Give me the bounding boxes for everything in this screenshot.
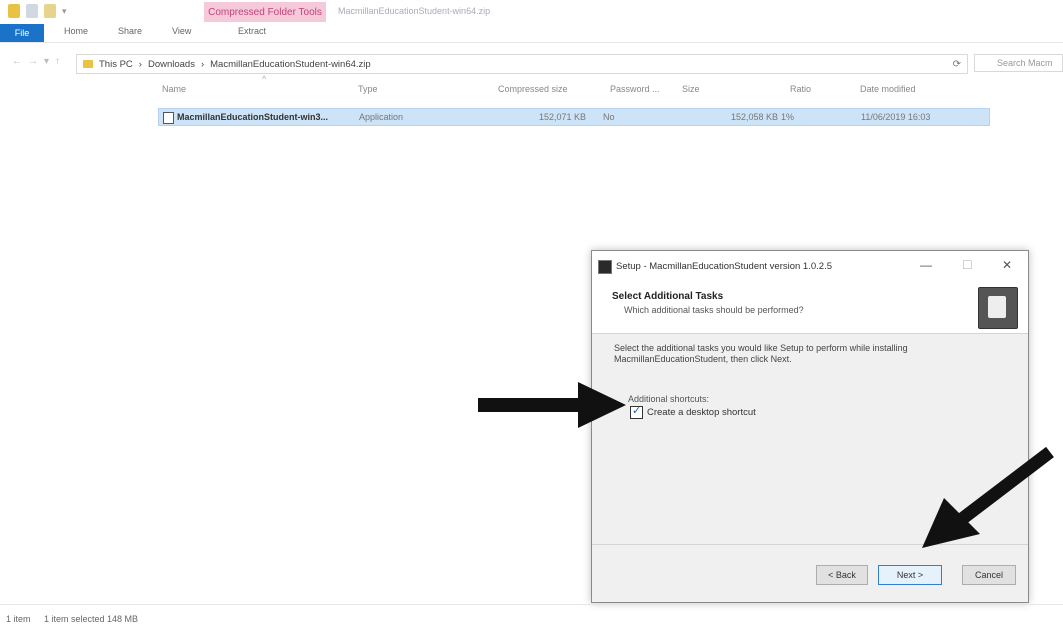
minimize-icon[interactable]: — xyxy=(920,258,932,272)
col-type[interactable]: Type xyxy=(358,84,378,94)
wizard-image-icon xyxy=(978,287,1018,329)
setup-dialog: Setup - MacmillanEducationStudent versio… xyxy=(591,250,1029,603)
tab-share[interactable]: Share xyxy=(118,26,142,36)
column-headers: Name Type Compressed size Password ... S… xyxy=(158,82,998,98)
refresh-icon[interactable]: ⟳ xyxy=(953,59,961,70)
status-bar: 1 item 1 item selected 148 MB xyxy=(0,604,1063,628)
col-password[interactable]: Password ... xyxy=(610,84,660,94)
annotation-arrow-down-left-icon xyxy=(922,446,1054,548)
title-bar: ▾ Compressed Folder Tools MacmillanEduca… xyxy=(0,0,1063,24)
desktop-shortcut-option[interactable]: Create a desktop shortcut xyxy=(630,404,756,419)
back-button[interactable]: < Back xyxy=(816,565,868,585)
setup-app-icon xyxy=(598,260,612,274)
status-item-count: 1 item xyxy=(6,614,31,624)
breadcrumb-separator: › xyxy=(200,58,205,70)
quick-access-toolbar: ▾ xyxy=(8,4,67,18)
additional-shortcuts-label: Additional shortcuts: xyxy=(628,394,710,404)
col-name[interactable]: Name xyxy=(162,84,186,94)
table-row[interactable]: MacmillanEducationStudent-win3... Applic… xyxy=(158,108,990,126)
breadcrumb-separator: › xyxy=(138,58,142,70)
file-type: Application xyxy=(359,112,404,122)
close-icon[interactable]: ✕ xyxy=(1002,258,1012,272)
breadcrumb-downloads[interactable]: Downloads xyxy=(148,59,195,70)
dialog-description: Select the additional tasks you would li… xyxy=(614,343,908,364)
file-compressed-size: 152,071 KB xyxy=(539,112,587,122)
desktop-shortcut-label[interactable]: Create a desktop shortcut xyxy=(647,407,756,418)
maximize-icon: ☐ xyxy=(962,258,973,272)
breadcrumb-zip[interactable]: MacmillanEducationStudent-win64.zip xyxy=(210,59,371,70)
ribbon-tabs: File Home Share View Extract xyxy=(0,24,1063,43)
col-compressed-size[interactable]: Compressed size xyxy=(498,84,568,94)
application-icon xyxy=(163,112,174,124)
folder-icon xyxy=(83,60,93,68)
navigation-buttons[interactable]: ←→▾↑ xyxy=(12,56,66,67)
tab-file[interactable]: File xyxy=(0,24,44,42)
status-selection: 1 item selected 148 MB xyxy=(44,614,139,624)
dialog-title-bar[interactable]: Setup - MacmillanEducationStudent versio… xyxy=(592,251,1028,281)
tab-view[interactable]: View xyxy=(172,26,191,36)
dialog-subheading: Which additional tasks should be perform… xyxy=(624,305,804,315)
cancel-button[interactable]: Cancel xyxy=(962,565,1016,585)
desktop-shortcut-checkbox[interactable] xyxy=(630,404,643,419)
file-date-modified: 11/06/2019 16:03 xyxy=(861,112,931,122)
file-password: No xyxy=(603,112,615,122)
col-date-modified[interactable]: Date modified xyxy=(860,84,916,94)
annotation-arrow-right-icon xyxy=(478,382,626,428)
file-size: 152,058 KB xyxy=(731,112,779,122)
col-ratio[interactable]: Ratio xyxy=(790,84,811,94)
properties-icon[interactable] xyxy=(26,4,38,18)
dialog-title: Setup - MacmillanEducationStudent versio… xyxy=(616,261,832,272)
breadcrumb-this-pc[interactable]: This PC xyxy=(99,59,133,70)
customize-qa-icon[interactable]: ▾ xyxy=(62,6,67,17)
folder-icon[interactable] xyxy=(8,4,20,18)
tab-home[interactable]: Home xyxy=(64,26,88,36)
file-ratio: 1% xyxy=(781,112,795,122)
dialog-heading: Select Additional Tasks xyxy=(612,291,724,302)
file-name: MacmillanEducationStudent-win3... xyxy=(177,112,329,122)
next-button[interactable]: Next > xyxy=(878,565,942,585)
dialog-header: Select Additional Tasks Which additional… xyxy=(592,281,1028,334)
new-folder-icon[interactable] xyxy=(44,4,56,18)
address-bar[interactable]: This PC › Downloads › MacmillanEducation… xyxy=(76,54,968,74)
address-row: ←→▾↑ This PC › Downloads › MacmillanEduc… xyxy=(0,52,1063,74)
window-title: MacmillanEducationStudent-win64.zip xyxy=(338,6,491,16)
col-size[interactable]: Size xyxy=(682,84,700,94)
tab-extract[interactable]: Extract xyxy=(238,26,266,36)
compressed-folder-tools-tab[interactable]: Compressed Folder Tools xyxy=(204,2,326,22)
search-input[interactable]: Search Macm xyxy=(974,54,1063,72)
